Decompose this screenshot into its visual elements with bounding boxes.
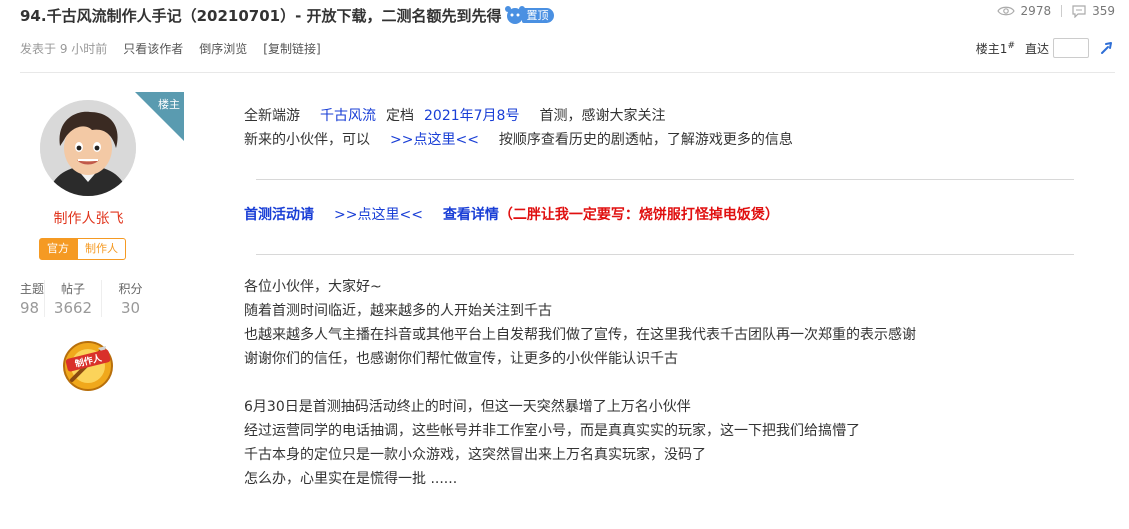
op-ribbon-label: 楼主 — [158, 97, 180, 111]
floor-navigation: 楼主 1# 直达 — [976, 38, 1115, 58]
reverse-order-link[interactable]: 倒序浏览 — [199, 40, 247, 57]
producer-medal-icon[interactable]: 制作人 — [58, 334, 118, 394]
comment-icon — [1072, 4, 1086, 18]
paragraph-2-line: 怎么办，心里实在是慌得一批 ...... — [244, 471, 458, 487]
floor-number: 1# — [999, 40, 1015, 56]
goto-floor-input[interactable] — [1053, 38, 1089, 58]
avatar-cartoon-icon — [40, 100, 136, 196]
history-posts-link[interactable]: >>点这里<< — [390, 132, 479, 148]
reply-count: 359 — [1092, 4, 1115, 18]
release-date: 2021年7月8号 — [424, 108, 520, 124]
thread-title: 94.千古风流制作人手记（20210701）- 开放下载，二测名额先到先得 — [20, 6, 502, 25]
author-stats: 主题 98 帖子 3662 积分 30 — [20, 280, 159, 317]
post-time: 发表于 9 小时前 — [20, 42, 108, 56]
avatar[interactable] — [40, 100, 136, 196]
paragraph-2-line: 6月30日是首测抽码活动终止的时间，但这一天突然暴增了上万名小伙伴 — [244, 399, 691, 415]
stat-posts[interactable]: 帖子 3662 — [45, 280, 102, 317]
paragraph-1-line: 谢谢你们的信任，也感谢你们帮忙做宣传，让更多的小伙伴能认识千古 — [244, 351, 678, 367]
paragraph-1-line: 也越来越多人气主播在抖音或其他平台上自发帮我们做了宣传，在这里我代表千古团队再一… — [244, 327, 916, 343]
post-line-release: 全新端游 千古风流 定档 2021年7月8号 首测，感谢大家关注 — [244, 108, 666, 124]
tag-official: 官方 — [39, 238, 77, 260]
only-author-link[interactable]: 只看该作者 — [123, 40, 183, 57]
stat-topics[interactable]: 主题 98 — [20, 280, 45, 317]
post-line-event: 首测活动请 >>点这里<< 查看详情（二胖让我一定要写：烧饼服打怪掉电饭煲） — [244, 207, 779, 223]
eye-icon — [996, 6, 1015, 16]
game-name: 千古风流 — [320, 108, 376, 124]
view-count: 2978 — [1020, 4, 1052, 18]
header-divider — [20, 72, 1115, 73]
jump-arrow-icon[interactable] — [1099, 40, 1115, 56]
paragraph-1-line: 各位小伙伴，大家好~ — [244, 279, 382, 295]
paragraph-2-line: 经过运营同学的电话抽调，这些帐号并非工作室小号，而是真真实实的玩家，这一下把我们… — [244, 423, 860, 439]
paragraph-2-line: 千古本身的定位只是一款小众游戏，这突然冒出来上万名真实玩家，没码了 — [244, 447, 706, 463]
pinned-badge: 置顶 — [504, 6, 554, 24]
thread-title-row: 94.千古风流制作人手记（20210701）- 开放下载，二测名额先到先得 置顶 — [20, 3, 554, 27]
stats-divider — [1061, 5, 1063, 17]
author-name[interactable]: 制作人张飞 — [20, 208, 157, 228]
copy-link-button[interactable]: [复制链接] — [263, 40, 320, 57]
event-details-link[interactable]: >>点这里<< — [334, 207, 423, 223]
author-tags: 官方 制作人 — [39, 238, 126, 260]
paragraph-1-line: 随着首测时间临近，越来越多的人开始关注到千古 — [244, 303, 552, 319]
floor-label: 楼主 — [975, 41, 1000, 56]
post-line-newcomer: 新来的小伙伴，可以 >>点这里<< 按顺序查看历史的剧透帖，了解游戏更多的信息 — [244, 132, 793, 148]
author-panel: 楼主 制作人张飞 官方 制作人 主题 98 帖子 3662 积分 30 制作人 — [20, 92, 184, 412]
post-content: 全新端游 千古风流 定档 2021年7月8号 首测，感谢大家关注 新来的小伙伴，可以 >>… — [244, 104, 1074, 491]
op-ribbon: 楼主 — [135, 92, 184, 141]
post-meta-row: 发表于 9 小时前 只看该作者 倒序浏览 [复制链接] — [20, 40, 321, 57]
thread-stats: 2978 359 — [996, 4, 1115, 18]
goto-floor-label: 直达 — [1024, 41, 1049, 56]
tag-producer: 制作人 — [77, 238, 126, 260]
stat-points[interactable]: 积分 30 — [102, 280, 159, 317]
pinned-label: 置顶 — [521, 7, 554, 23]
